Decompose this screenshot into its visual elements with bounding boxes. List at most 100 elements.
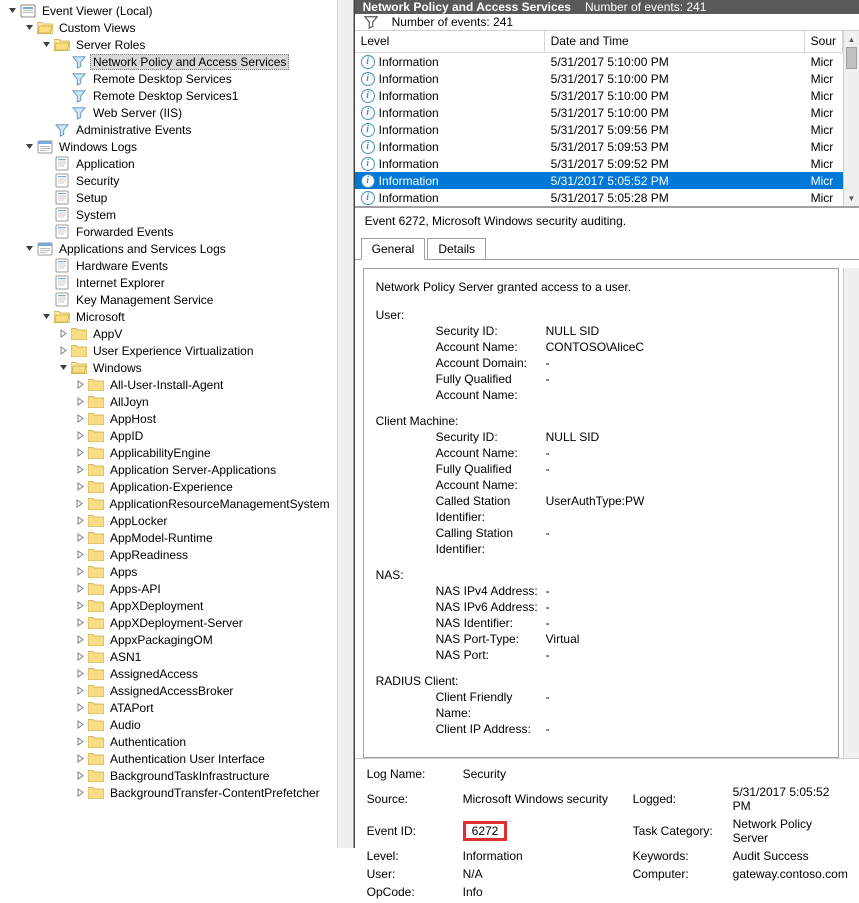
- tree-item[interactable]: BackgroundTaskInfrastructure: [0, 767, 337, 784]
- tree-item[interactable]: AppV: [0, 325, 337, 342]
- tree-item[interactable]: Application-Experience: [0, 478, 337, 495]
- expander-icon[interactable]: [74, 430, 86, 442]
- expander-icon[interactable]: [74, 532, 86, 544]
- tree-item[interactable]: Forwarded Events: [0, 223, 337, 240]
- expander-icon[interactable]: [74, 634, 86, 646]
- scroll-thumb[interactable]: [846, 47, 857, 69]
- tree-item[interactable]: Web Server (IIS): [0, 104, 337, 121]
- table-header[interactable]: Level Date and Time Sour: [355, 31, 843, 53]
- tree-item[interactable]: ApplicabilityEngine: [0, 444, 337, 461]
- expander-icon[interactable]: [74, 770, 86, 782]
- tree-item[interactable]: AppxPackagingOM: [0, 631, 337, 648]
- tree-item[interactable]: AssignedAccess: [0, 665, 337, 682]
- expander-icon[interactable]: [23, 22, 35, 34]
- expander-icon[interactable]: [74, 719, 86, 731]
- scroll-down-arrow[interactable]: ▼: [844, 190, 859, 206]
- tree-item[interactable]: Event Viewer (Local): [0, 2, 337, 19]
- tree-item[interactable]: Application Server-Applications: [0, 461, 337, 478]
- expander-icon[interactable]: [74, 566, 86, 578]
- tree-item[interactable]: Internet Explorer: [0, 274, 337, 291]
- detail-scrollbar[interactable]: [843, 268, 859, 758]
- tree-view[interactable]: Event Viewer (Local)Custom ViewsServer R…: [0, 0, 337, 848]
- tree-item[interactable]: AppID: [0, 427, 337, 444]
- tree-item[interactable]: AppHost: [0, 410, 337, 427]
- tree-item[interactable]: Hardware Events: [0, 257, 337, 274]
- expander-icon[interactable]: [74, 396, 86, 408]
- tree-item[interactable]: ATAPort: [0, 699, 337, 716]
- tree-item[interactable]: Custom Views: [0, 19, 337, 36]
- tree-scrollbar[interactable]: [337, 0, 353, 848]
- expander-icon[interactable]: [74, 787, 86, 799]
- table-row[interactable]: iInformation5/31/2017 5:10:00 PMMicr: [355, 70, 843, 87]
- tree-item[interactable]: System: [0, 206, 337, 223]
- expander-icon[interactable]: [74, 668, 86, 680]
- expander-icon[interactable]: [6, 5, 18, 17]
- expander-icon[interactable]: [74, 753, 86, 765]
- table-row[interactable]: iInformation5/31/2017 5:05:28 PMMicr: [355, 189, 843, 206]
- expander-icon[interactable]: [23, 141, 35, 153]
- tree-item[interactable]: Microsoft: [0, 308, 337, 325]
- scroll-up-arrow[interactable]: ▲: [844, 31, 859, 47]
- tree-item[interactable]: Security: [0, 172, 337, 189]
- expander-icon[interactable]: [74, 549, 86, 561]
- tree-item[interactable]: Remote Desktop Services1: [0, 87, 337, 104]
- tree-item[interactable]: Apps-API: [0, 580, 337, 597]
- tree-item[interactable]: Audio: [0, 716, 337, 733]
- tree-item[interactable]: Setup: [0, 189, 337, 206]
- expander-icon[interactable]: [57, 345, 69, 357]
- tree-item[interactable]: Apps: [0, 563, 337, 580]
- expander-icon[interactable]: [57, 328, 69, 340]
- tree-item[interactable]: Windows Logs: [0, 138, 337, 155]
- tree-item[interactable]: ASN1: [0, 648, 337, 665]
- table-row[interactable]: iInformation5/31/2017 5:10:00 PMMicr: [355, 87, 843, 104]
- expander-icon[interactable]: [74, 498, 86, 510]
- column-date[interactable]: Date and Time: [545, 31, 805, 52]
- expander-icon[interactable]: [74, 651, 86, 663]
- tree-item[interactable]: Application: [0, 155, 337, 172]
- tree-item[interactable]: Remote Desktop Services: [0, 70, 337, 87]
- tree-item[interactable]: AppModel-Runtime: [0, 529, 337, 546]
- expander-icon[interactable]: [74, 515, 86, 527]
- tree-item[interactable]: AppXDeployment: [0, 597, 337, 614]
- table-row[interactable]: iInformation5/31/2017 5:05:52 PMMicr: [355, 172, 843, 189]
- tree-item[interactable]: Authentication User Interface: [0, 750, 337, 767]
- tab-general[interactable]: General: [361, 238, 426, 260]
- tree-item[interactable]: ApplicationResourceManagementSystem: [0, 495, 337, 512]
- tree-item[interactable]: Network Policy and Access Services: [0, 53, 337, 70]
- column-source[interactable]: Sour: [805, 31, 843, 52]
- tree-item[interactable]: AppReadiness: [0, 546, 337, 563]
- tree-item[interactable]: Administrative Events: [0, 121, 337, 138]
- expander-icon[interactable]: [74, 413, 86, 425]
- expander-icon[interactable]: [74, 600, 86, 612]
- tree-item[interactable]: Windows: [0, 359, 337, 376]
- table-row[interactable]: iInformation5/31/2017 5:10:00 PMMicr: [355, 53, 843, 70]
- tree-item[interactable]: BackgroundTransfer-ContentPrefetcher: [0, 784, 337, 801]
- table-row[interactable]: iInformation5/31/2017 5:09:56 PMMicr: [355, 121, 843, 138]
- expander-icon[interactable]: [74, 736, 86, 748]
- tree-item[interactable]: AppXDeployment-Server: [0, 614, 337, 631]
- tree-item[interactable]: User Experience Virtualization: [0, 342, 337, 359]
- expander-icon[interactable]: [40, 39, 52, 51]
- expander-icon[interactable]: [74, 617, 86, 629]
- expander-icon[interactable]: [40, 311, 52, 323]
- expander-icon[interactable]: [74, 379, 86, 391]
- expander-icon[interactable]: [74, 685, 86, 697]
- tree-item[interactable]: Key Management Service: [0, 291, 337, 308]
- tree-item[interactable]: Applications and Services Logs: [0, 240, 337, 257]
- tree-item[interactable]: AllJoyn: [0, 393, 337, 410]
- expander-icon[interactable]: [23, 243, 35, 255]
- table-row[interactable]: iInformation5/31/2017 5:10:00 PMMicr: [355, 104, 843, 121]
- table-scrollbar[interactable]: ▲ ▼: [843, 31, 859, 206]
- table-row[interactable]: iInformation5/31/2017 5:09:52 PMMicr: [355, 155, 843, 172]
- expander-icon[interactable]: [57, 362, 69, 374]
- tree-item[interactable]: AppLocker: [0, 512, 337, 529]
- expander-icon[interactable]: [74, 583, 86, 595]
- tree-item[interactable]: All-User-Install-Agent: [0, 376, 337, 393]
- tab-details[interactable]: Details: [427, 238, 486, 259]
- column-level[interactable]: Level: [355, 31, 545, 52]
- tree-item[interactable]: Authentication: [0, 733, 337, 750]
- expander-icon[interactable]: [74, 447, 86, 459]
- expander-icon[interactable]: [74, 464, 86, 476]
- expander-icon[interactable]: [74, 481, 86, 493]
- tree-item[interactable]: AssignedAccessBroker: [0, 682, 337, 699]
